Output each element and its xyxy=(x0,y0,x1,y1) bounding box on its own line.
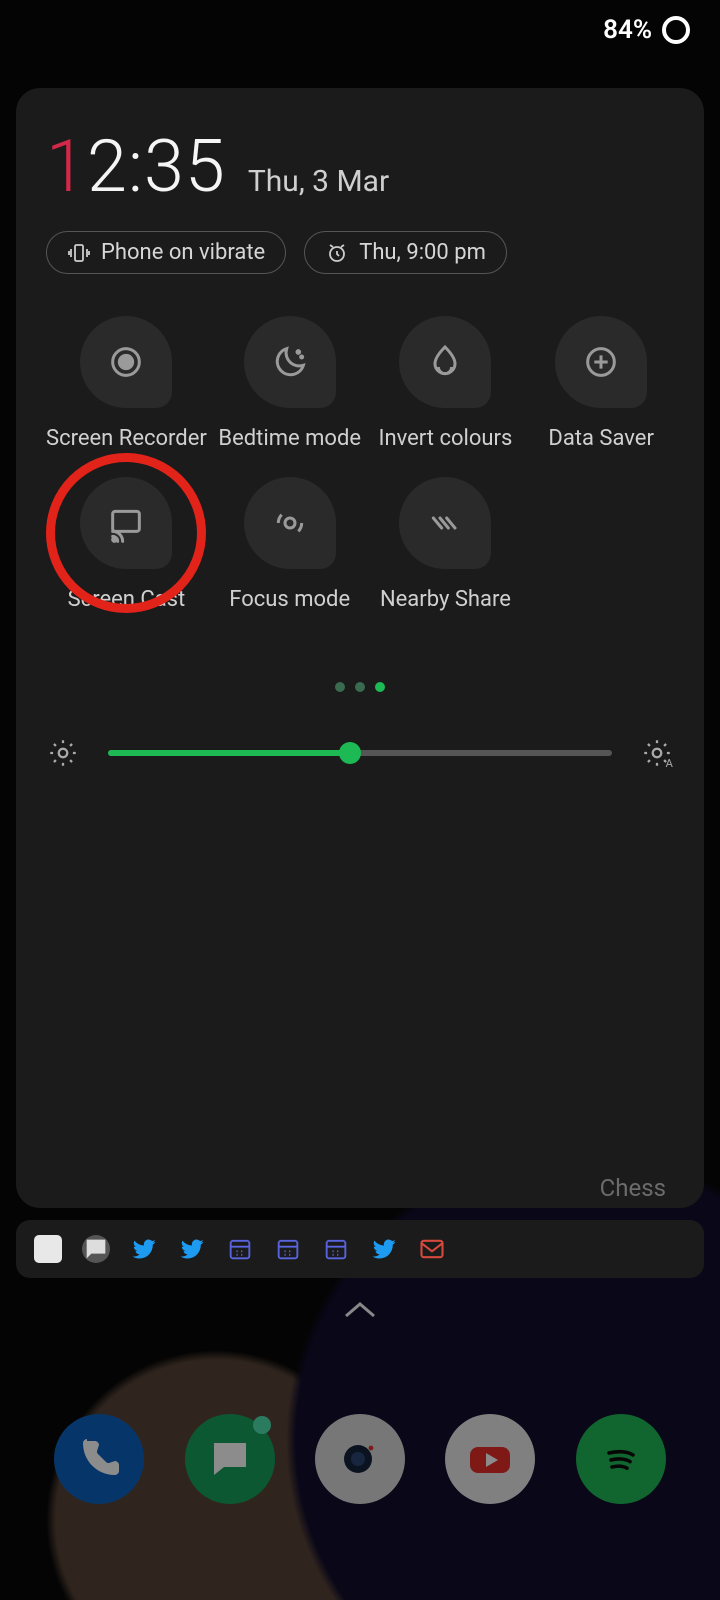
status-bar: 84% xyxy=(0,0,720,60)
pager-dot-active xyxy=(375,682,385,692)
spotify-icon xyxy=(597,1435,645,1483)
tile-screen-cast[interactable]: Screen Cast xyxy=(46,477,207,612)
notif-twitter-icon xyxy=(370,1235,398,1263)
background-app-hint: Chess xyxy=(600,1174,666,1202)
invert-icon xyxy=(425,342,465,382)
vibrate-icon xyxy=(67,241,91,265)
notif-chat-icon xyxy=(82,1235,110,1263)
tile-bedtime-mode[interactable]: Bedtime mode xyxy=(217,316,363,451)
pager-dot xyxy=(335,682,345,692)
data-saver-icon xyxy=(581,342,621,382)
svg-text:A: A xyxy=(666,756,674,770)
dock-spotify[interactable] xyxy=(576,1414,666,1504)
brightness-track[interactable] xyxy=(108,750,612,756)
clock-row: 12:35 Thu, 3 Mar xyxy=(46,124,674,209)
tile-label: Data Saver xyxy=(548,426,654,451)
battery-ring-icon xyxy=(662,16,690,44)
tile-invert-colours[interactable]: Invert colours xyxy=(373,316,519,451)
clock-accent-digit: 1 xyxy=(46,124,87,209)
dock-messages[interactable] xyxy=(185,1414,275,1504)
brightness-thumb[interactable] xyxy=(339,742,361,764)
tile-focus-mode[interactable]: Focus mode xyxy=(217,477,363,612)
tile-label: Focus mode xyxy=(229,587,350,612)
pager-dot xyxy=(355,682,365,692)
notif-calendar-icon xyxy=(322,1235,350,1263)
brightness-low-icon xyxy=(46,736,80,770)
moon-icon xyxy=(270,342,310,382)
tile-label: Screen Cast xyxy=(68,587,186,612)
notif-twitter-icon xyxy=(178,1235,206,1263)
quick-settings-panel: 12:35 Thu, 3 Mar Phone on vibrate Thu, 9… xyxy=(16,88,704,1208)
brightness-fill xyxy=(108,750,350,756)
dock-phone[interactable] xyxy=(54,1414,144,1504)
notif-calendar-icon xyxy=(274,1235,302,1263)
nearby-icon xyxy=(425,503,465,543)
dock-youtube[interactable] xyxy=(445,1414,535,1504)
notif-calendar-icon xyxy=(226,1235,254,1263)
alarm-icon xyxy=(325,241,349,265)
alarm-chip[interactable]: Thu, 9:00 pm xyxy=(304,231,507,274)
dock xyxy=(0,1414,720,1504)
tile-screen-recorder[interactable]: Screen Recorder xyxy=(46,316,207,451)
brightness-slider[interactable]: A xyxy=(46,736,674,770)
dock-camera[interactable] xyxy=(315,1414,405,1504)
status-chips: Phone on vibrate Thu, 9:00 pm xyxy=(46,231,674,274)
notif-gmail-icon xyxy=(418,1235,446,1263)
vibrate-chip-label: Phone on vibrate xyxy=(101,240,265,265)
alarm-chip-label: Thu, 9:00 pm xyxy=(359,240,486,265)
brightness-auto-icon[interactable]: A xyxy=(640,736,674,770)
record-icon xyxy=(106,342,146,382)
battery-percentage: 84% xyxy=(603,15,652,45)
youtube-icon xyxy=(466,1435,514,1483)
phone-icon xyxy=(75,1435,123,1483)
tile-label: Invert colours xyxy=(378,426,512,451)
camera-icon xyxy=(336,1435,384,1483)
qs-tiles-grid: Screen Recorder Bedtime mode Invert colo… xyxy=(46,316,674,612)
chat-icon xyxy=(206,1435,254,1483)
focus-icon xyxy=(270,503,310,543)
vibrate-chip[interactable]: Phone on vibrate xyxy=(46,231,286,274)
tile-data-saver[interactable]: Data Saver xyxy=(528,316,674,451)
tile-label: Nearby Share xyxy=(380,587,511,612)
notif-app-icon xyxy=(34,1235,62,1263)
notif-twitter-icon xyxy=(130,1235,158,1263)
tile-nearby-share[interactable]: Nearby Share xyxy=(373,477,519,612)
collapse-chevron-icon[interactable] xyxy=(340,1298,380,1322)
tile-label: Bedtime mode xyxy=(218,426,361,451)
page-indicator xyxy=(46,682,674,692)
clock-time: 12:35 xyxy=(46,124,226,209)
cast-icon xyxy=(106,503,146,543)
tile-label: Screen Recorder xyxy=(46,426,207,451)
clock-rest: 2:35 xyxy=(87,124,226,209)
clock-date: Thu, 3 Mar xyxy=(248,164,389,199)
notification-icon-strip[interactable] xyxy=(16,1220,704,1278)
